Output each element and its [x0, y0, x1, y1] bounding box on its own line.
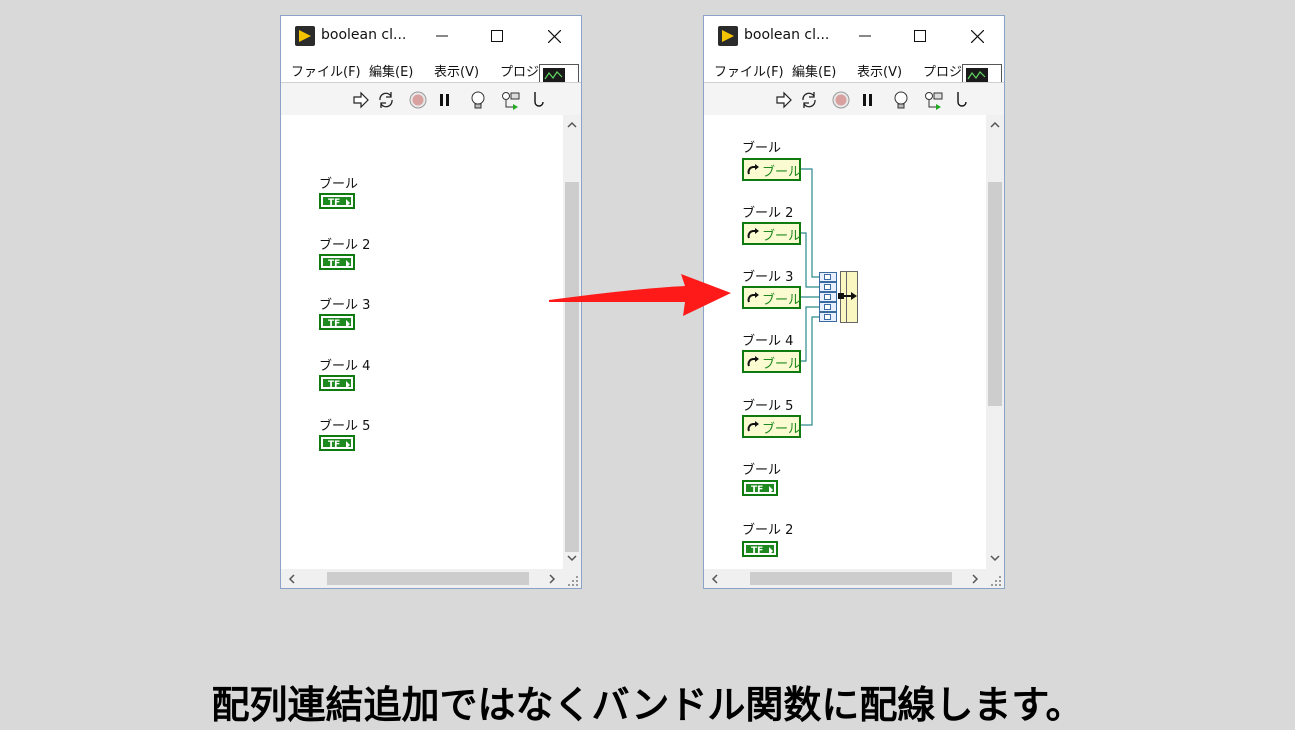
bundle-icon [838, 292, 857, 300]
bundle-input-terminal[interactable] [819, 292, 837, 302]
bundle-input-terminal[interactable] [819, 312, 837, 322]
bundle-input-terminal[interactable] [819, 272, 837, 282]
bundle-input-terminal[interactable] [819, 302, 837, 312]
bundle-input-terminal[interactable] [819, 282, 837, 292]
transition-arrow-icon [549, 274, 731, 316]
wire-layer [801, 168, 819, 426]
boolean-wires[interactable] [801, 168, 819, 426]
caption-text: 配列連結追加ではなくバンドル関数に配線します。 [211, 683, 1084, 727]
